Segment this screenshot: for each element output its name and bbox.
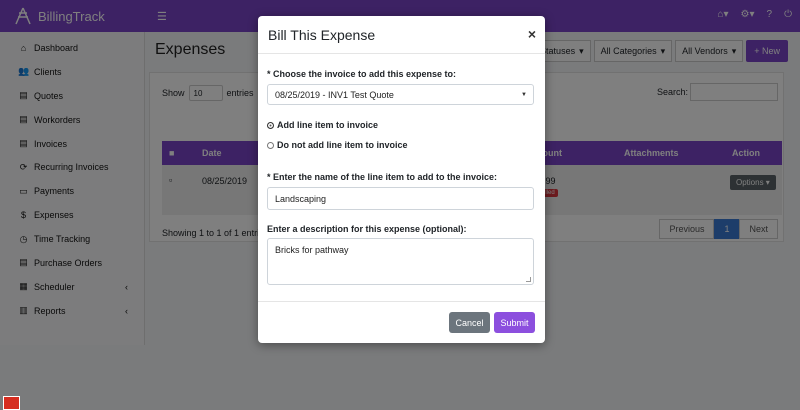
modal-header: Bill This Expense ×: [258, 16, 545, 54]
description-value: Bricks for pathway: [275, 245, 349, 255]
close-icon[interactable]: ×: [528, 26, 536, 42]
radio-unselected-icon: [267, 141, 274, 149]
item-name-input[interactable]: Landscaping: [267, 187, 534, 210]
item-name-label: * Enter the name of the line item to add…: [267, 172, 498, 182]
chevron-down-icon: ▼: [521, 91, 527, 98]
submit-button[interactable]: Submit: [494, 312, 535, 333]
app-corner-icon: [3, 396, 20, 410]
description-label: Enter a description for this expense (op…: [267, 224, 467, 234]
invoice-select-value: 08/25/2019 - INV1 Test Quote: [275, 89, 394, 100]
modal-footer: Cancel Submit: [258, 301, 545, 343]
radio-add-line-item[interactable]: Add line item to invoice: [267, 120, 378, 130]
invoice-select[interactable]: 08/25/2019 - INV1 Test Quote ▼: [267, 84, 534, 105]
item-name-value: Landscaping: [275, 193, 327, 204]
cancel-button[interactable]: Cancel: [449, 312, 490, 333]
radio-selected-icon: [267, 121, 274, 129]
bill-expense-modal: Bill This Expense × * Choose the invoice…: [258, 16, 545, 343]
invoice-label: * Choose the invoice to add this expense…: [267, 69, 457, 79]
modal-title: Bill This Expense: [268, 26, 376, 43]
radio-no-line-item[interactable]: Do not add line item to invoice: [267, 140, 408, 150]
radio-add-label: Add line item to invoice: [277, 120, 379, 130]
modal-body: * Choose the invoice to add this expense…: [258, 54, 545, 301]
description-textarea[interactable]: Bricks for pathway: [267, 238, 534, 285]
radio-no-add-label: Do not add line item to invoice: [277, 140, 408, 150]
resize-handle-icon[interactable]: [526, 277, 531, 282]
